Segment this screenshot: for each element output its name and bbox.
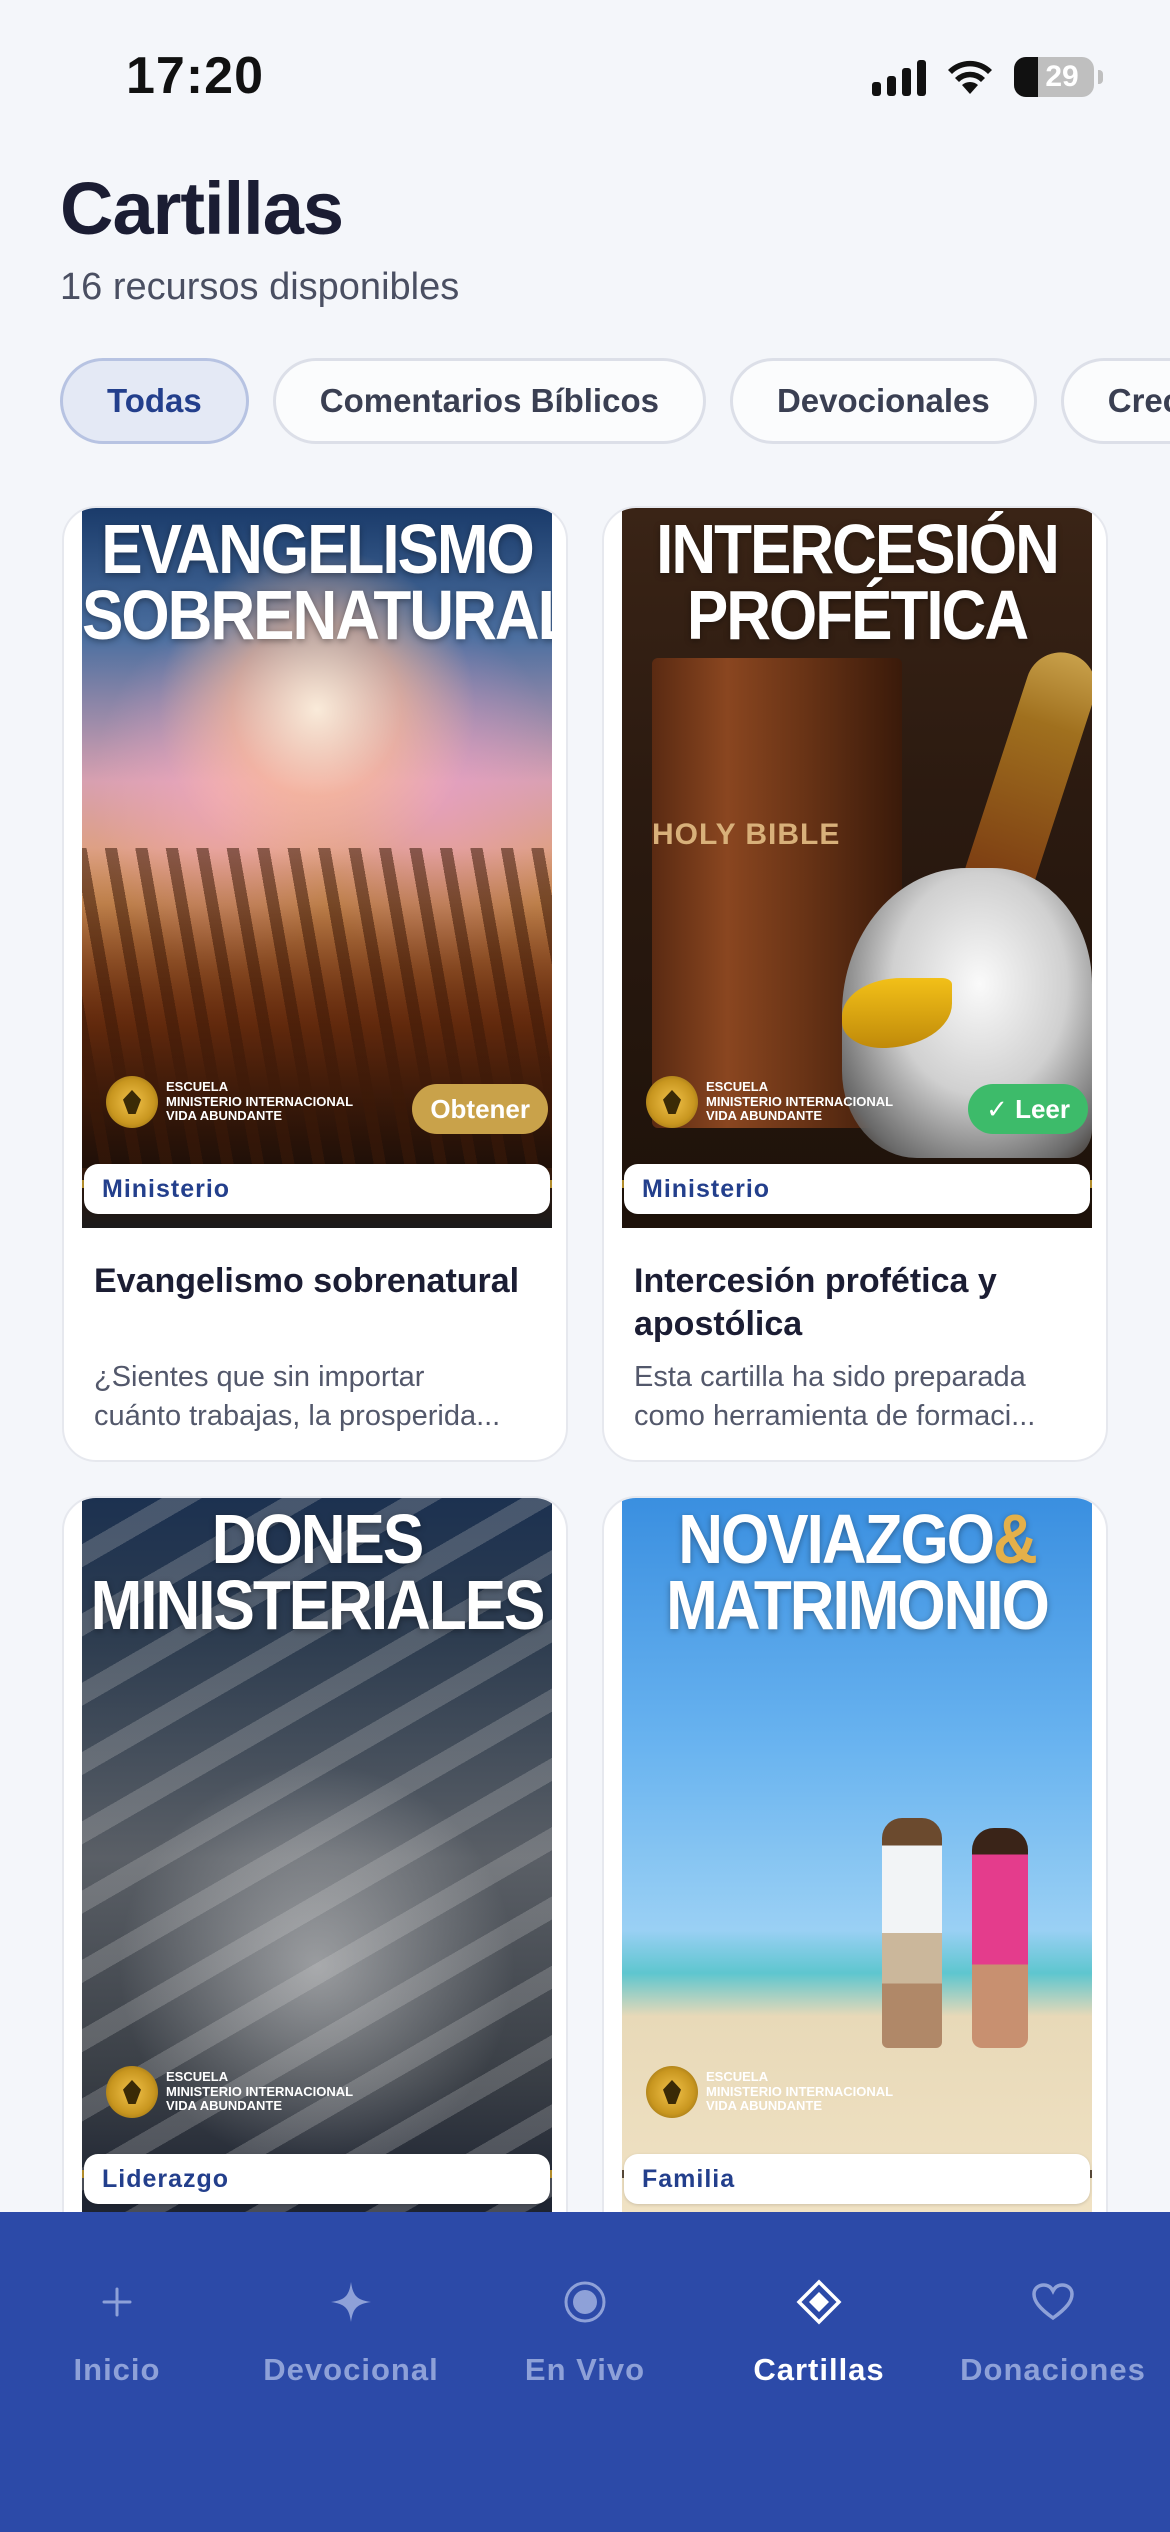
tab-label: En Vivo [524,2352,646,2387]
eagle-emblem-icon [106,1076,158,1128]
tab-en-vivo[interactable]: En Vivo [468,2272,702,2388]
cellular-signal-icon [872,58,926,96]
category-tag: Familia [624,2154,1090,2204]
read-button[interactable]: ✓ Leer [968,1084,1088,1134]
cover-title: INTERCESIÓN PROFÉTICA [656,511,1060,655]
status-bar: 17:20 29 [0,0,1170,150]
resource-count: 16 recursos disponibles [60,266,460,308]
filter-chip-comentarios-biblicos[interactable]: Comentarios Bíblicos [272,358,706,444]
cover-image: DONES MINISTERIALES ESCUELA MINISTERIO I… [82,1498,552,2218]
tab-cartillas[interactable]: Cartillas [702,2272,936,2388]
tab-donaciones[interactable]: Donaciones [936,2272,1170,2388]
cover-title: NOVIAZGO& MATRIMONIO [666,1501,1050,1645]
battery-icon: 29 [1014,57,1103,97]
card-description: ¿Sientes que sin importar cuánto trabaja… [94,1361,501,1433]
category-tag: Liderazgo [84,2154,550,2204]
eagle-emblem-icon [646,1076,698,1128]
live-dot-icon [555,2272,615,2332]
tab-label: Cartillas [753,2352,885,2387]
cartilla-card[interactable]: DONES MINISTERIALES ESCUELA MINISTERIO I… [62,1496,568,2296]
tab-inicio[interactable]: Inicio [0,2272,234,2388]
eagle-emblem-icon [646,2066,698,2118]
cartilla-card[interactable]: EVANGELISMO SOBRENATURAL ESCUELA MINISTE… [62,506,568,1462]
obtain-button[interactable]: Obtener [412,1084,548,1134]
status-icons: 29 [872,54,1103,100]
eagle-emblem-icon [106,2066,158,2118]
tab-label: Inicio [73,2352,161,2387]
school-logo: ESCUELA MINISTERIO INTERNACIONAL VIDA AB… [646,2066,893,2118]
category-filter-bar: Todas Comentarios Bíblicos Devocionales … [60,358,1170,444]
filter-chip-todas[interactable]: Todas [60,358,249,444]
cartilla-card[interactable]: HOLY BIBLE INTERCESIÓN PROFÉTICA ESCUELA… [602,506,1108,1462]
sparkle-icon [321,2272,381,2332]
card-description: Esta cartilla ha sido preparada como her… [634,1361,1036,1433]
category-tag: Ministerio [624,1164,1090,1214]
tab-devocional[interactable]: Devocional [234,2272,468,2388]
battery-level: 29 [1045,60,1079,93]
tab-label: Devocional [263,2352,439,2387]
diamond-icon [789,2272,849,2332]
status-time: 17:20 [126,47,264,105]
tab-label: Donaciones [960,2352,1146,2387]
card-title: Evangelismo sobrenatural [94,1262,520,1300]
filter-chip-crecimiento[interactable]: Creci [1060,358,1170,444]
card-title: Intercesión profética y apostólica [634,1262,997,1343]
cover-title: DONES MINISTERIALES [90,1501,546,1645]
school-logo: ESCUELA MINISTERIO INTERNACIONAL VIDA AB… [106,2066,353,2118]
cover-image: NOVIAZGO& MATRIMONIO ESCUELA MINISTERIO … [622,1498,1092,2218]
school-logo: ESCUELA MINISTERIO INTERNACIONAL VIDA AB… [646,1076,893,1128]
cover-title: EVANGELISMO SOBRENATURAL [82,511,552,655]
heart-icon [1023,2272,1083,2332]
wifi-icon [948,60,992,94]
bible-label: HOLY BIBLE [652,818,841,851]
filter-chip-devocionales[interactable]: Devocionales [729,358,1037,444]
page-title: Cartillas [60,167,344,250]
category-tag: Ministerio [84,1164,550,1214]
tab-bar: Inicio Devocional En Vivo Cartillas Dona… [0,2212,1170,2532]
cartilla-card[interactable]: NOVIAZGO& MATRIMONIO ESCUELA MINISTERIO … [602,1496,1108,2296]
school-logo: ESCUELA MINISTERIO INTERNACIONAL VIDA AB… [106,1076,353,1128]
sparkle-small-icon [87,2272,147,2332]
